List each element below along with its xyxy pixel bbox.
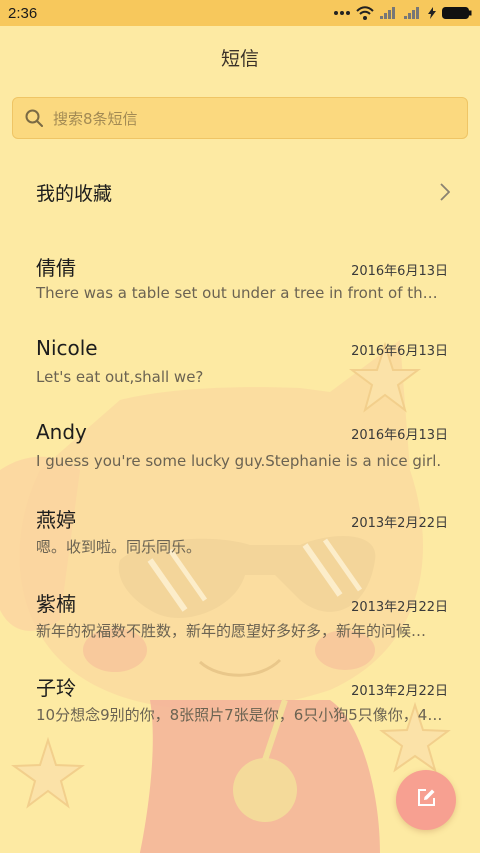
compose-button[interactable] <box>396 770 456 830</box>
conversation-item[interactable]: Nicole 2016年6月13日 Let's eat out,shall we… <box>0 326 480 410</box>
search-icon <box>25 109 43 127</box>
status-icons <box>334 6 472 20</box>
favorites-row[interactable]: 我的收藏 <box>0 162 480 222</box>
message-preview: 新年的祝福数不胜数，新年的愿望好多好多，新年的问候… <box>36 622 427 640</box>
wifi-icon <box>356 6 374 20</box>
message-date: 2013年2月22日 <box>351 600 448 615</box>
search-input[interactable]: 搜索8条短信 <box>12 97 468 139</box>
status-time: 2:36 <box>8 4 38 22</box>
message-date: 2016年6月13日 <box>351 428 448 443</box>
charging-icon <box>428 7 436 19</box>
signal-icon <box>404 7 422 19</box>
chevron-right-icon <box>440 183 450 201</box>
conversation-list: 倩倩 2016年6月13日 There was a table set out … <box>0 242 480 746</box>
contact-name: 紫楠 <box>36 592 76 616</box>
contact-name: Nicole <box>36 336 98 360</box>
search-placeholder: 搜索8条短信 <box>53 109 138 128</box>
signal-icon <box>380 7 398 19</box>
contact-name: 子玲 <box>36 676 76 700</box>
message-preview: I guess you're some lucky guy.Stephanie … <box>36 452 442 470</box>
message-preview: There was a table set out under a tree i… <box>36 284 446 302</box>
contact-name: 倩倩 <box>36 256 76 280</box>
battery-icon <box>442 7 472 19</box>
more-dots-icon <box>334 10 350 16</box>
compose-icon <box>416 788 436 812</box>
conversation-item[interactable]: 燕婷 2013年2月22日 嗯。收到啦。同乐同乐。 <box>0 494 480 578</box>
conversation-item[interactable]: 子玲 2013年2月22日 10分想念9别的你，8张照片7张是你，6只小狗5只像… <box>0 662 480 746</box>
contact-name: 燕婷 <box>36 508 76 532</box>
message-date: 2013年2月22日 <box>351 684 448 699</box>
status-bar: 2:36 <box>0 0 480 26</box>
message-date: 2013年2月22日 <box>351 516 448 531</box>
message-date: 2016年6月13日 <box>351 344 448 359</box>
favorites-label: 我的收藏 <box>36 182 113 205</box>
conversation-item[interactable]: Andy 2016年6月13日 I guess you're some luck… <box>0 410 480 494</box>
message-preview: Let's eat out,shall we? <box>36 368 204 386</box>
page-title: 短信 <box>220 47 259 70</box>
header: 短信 <box>0 26 480 88</box>
contact-name: Andy <box>36 420 87 444</box>
conversation-item[interactable]: 倩倩 2016年6月13日 There was a table set out … <box>0 242 480 326</box>
message-preview: 嗯。收到啦。同乐同乐。 <box>36 538 202 556</box>
message-date: 2016年6月13日 <box>351 264 448 279</box>
message-preview: 10分想念9别的你，8张照片7张是你，6只小狗5只像你，4… <box>36 706 443 724</box>
conversation-item[interactable]: 紫楠 2013年2月22日 新年的祝福数不胜数，新年的愿望好多好多，新年的问候… <box>0 578 480 662</box>
